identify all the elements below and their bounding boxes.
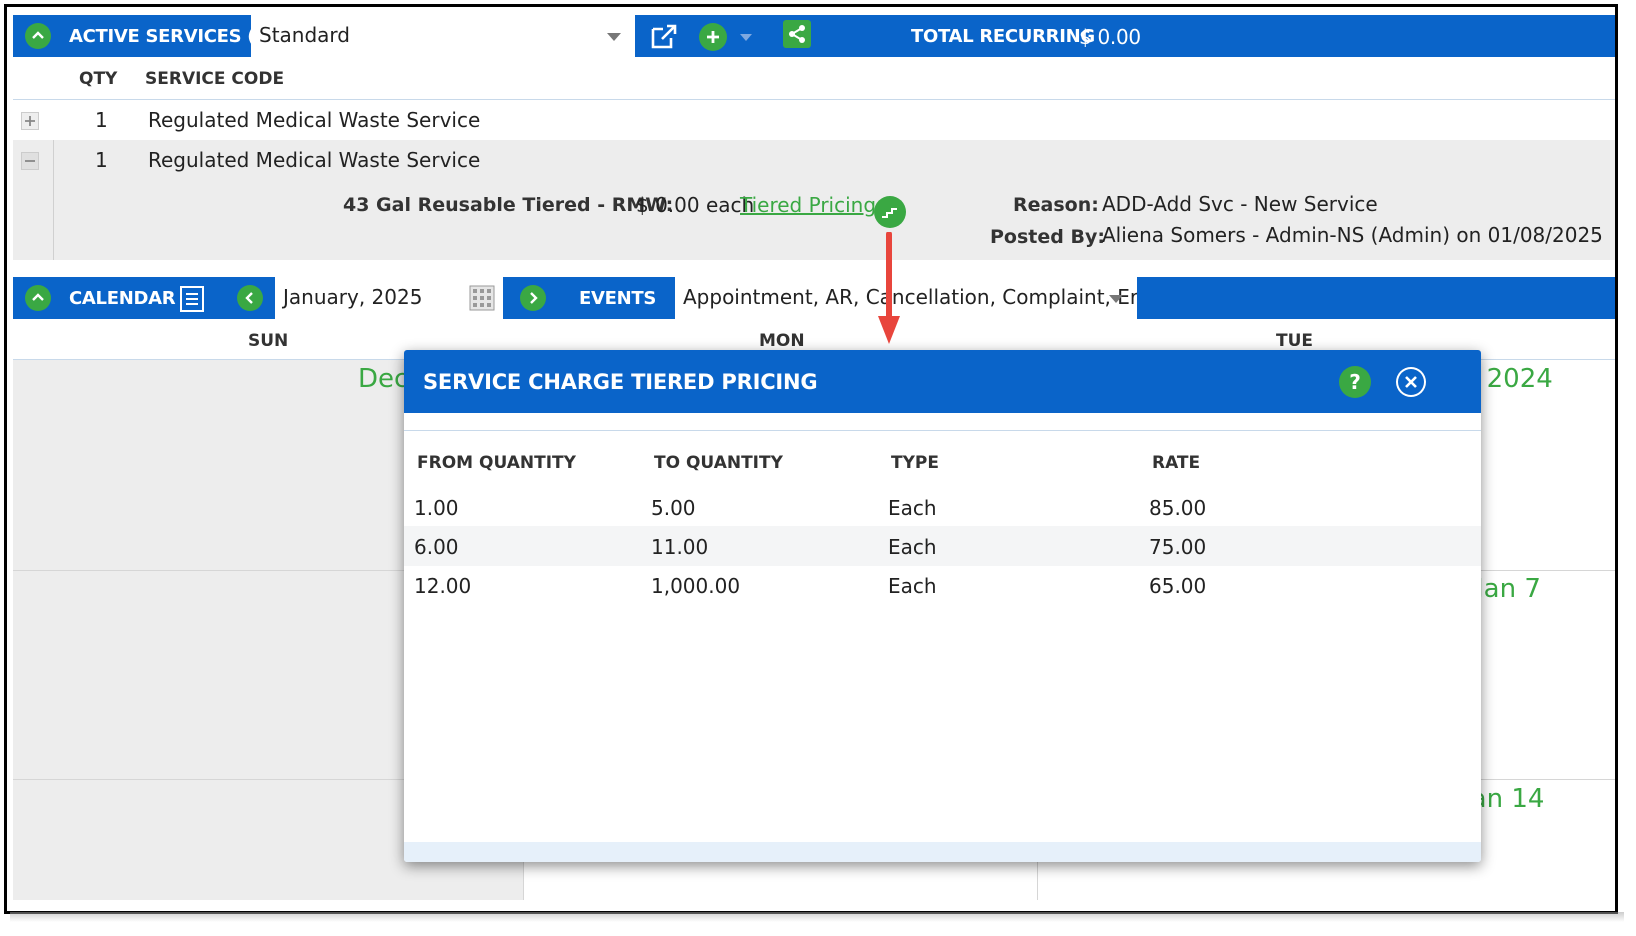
- services-view-value: Standard: [259, 23, 350, 47]
- events-select[interactable]: Appointment, AR, Cancellation, Complaint…: [675, 277, 1137, 319]
- collapse-calendar-button[interactable]: [25, 285, 51, 311]
- chevron-up-icon: [32, 293, 44, 301]
- table-row: 12.00 1,000.00 Each 65.00: [404, 565, 1481, 605]
- row-divider: [53, 140, 54, 260]
- tiered-pricing-link[interactable]: Tiered Pricing: [740, 193, 876, 217]
- month-value: January, 2025: [283, 285, 423, 309]
- rate-header: RATE: [1152, 453, 1201, 473]
- reason-label: Reason:: [1013, 194, 1099, 216]
- item-label: 43 Gal Reusable Tiered - RMW:: [343, 194, 674, 216]
- events-label: EVENTS: [579, 288, 657, 309]
- type-cell: Each: [888, 496, 937, 520]
- plus-icon: [707, 31, 719, 43]
- list-icon[interactable]: [179, 285, 205, 313]
- rate-cell: 75.00: [1149, 535, 1207, 559]
- share-button[interactable]: [783, 20, 811, 48]
- to-quantity-cell: 1,000.00: [651, 574, 741, 598]
- active-services-title: ACTIVE SERVICES (2): [69, 26, 276, 47]
- tiered-pricing-icon: [882, 208, 897, 218]
- expand-row-button[interactable]: [21, 112, 39, 130]
- frame-shadow: [10, 912, 1624, 922]
- expand-icon: [25, 116, 35, 126]
- collapse-row-button[interactable]: [21, 152, 39, 170]
- chevron-down-icon: [1109, 295, 1123, 303]
- table-row: 6.00 11.00 Each 75.00: [404, 526, 1481, 566]
- posted-by-label: Posted By:: [990, 226, 1105, 248]
- next-month-button[interactable]: [520, 285, 546, 311]
- dialog-footer: [404, 842, 1481, 862]
- service-code-column-header: SERVICE CODE: [145, 69, 285, 89]
- tiered-pricing-dialog: SERVICE CHARGE TIERED PRICING ? FROM QUA…: [404, 350, 1481, 862]
- qty-column-header: QTY: [79, 69, 118, 89]
- chevron-down-icon: [607, 33, 621, 41]
- calendar-date[interactable]: Jan 7: [1476, 574, 1541, 604]
- service-qty: 1: [95, 108, 108, 132]
- from-quantity-cell: 1.00: [414, 496, 459, 520]
- chevron-left-icon: [245, 292, 253, 304]
- screenshot-frame: ACTIVE SERVICES (2) Standard TOTAL RECUR…: [4, 4, 1618, 914]
- active-services-bar: ACTIVE SERVICES (2) Standard TOTAL RECUR…: [13, 15, 1615, 57]
- posted-by-value: Aliena Somers - Admin-NS (Admin) on 01/0…: [1102, 223, 1603, 247]
- day-header-mon: MON: [759, 331, 805, 351]
- to-quantity-cell: 5.00: [651, 496, 696, 520]
- type-cell: Each: [888, 574, 937, 598]
- month-picker[interactable]: January, 2025: [275, 277, 503, 319]
- to-quantity-cell: 11.00: [651, 535, 709, 559]
- tiered-pricing-button[interactable]: [874, 196, 906, 228]
- collapse-icon: [25, 160, 35, 162]
- services-view-select[interactable]: Standard: [251, 15, 635, 57]
- service-name: Regulated Medical Waste Service: [148, 108, 481, 132]
- calendar-title: CALENDAR: [69, 288, 176, 309]
- service-name: Regulated Medical Waste Service: [148, 148, 481, 172]
- chevron-up-icon: [32, 31, 44, 39]
- previous-month-button[interactable]: [237, 285, 263, 311]
- total-recurring-label: TOTAL RECURRING: [911, 26, 1095, 47]
- annotation-arrow-icon: [878, 232, 900, 344]
- reason-value: ADD-Add Svc - New Service: [1102, 192, 1378, 216]
- service-row-expanded: 1 Regulated Medical Waste Service 43 Gal…: [13, 140, 1615, 260]
- type-header: TYPE: [891, 453, 939, 473]
- service-qty: 1: [95, 148, 108, 172]
- dialog-divider: [404, 430, 1481, 431]
- rate-cell: 65.00: [1149, 574, 1207, 598]
- add-service-button[interactable]: [699, 23, 727, 51]
- share-icon: [789, 25, 805, 43]
- day-header-sun: SUN: [248, 331, 289, 351]
- help-button[interactable]: ?: [1339, 366, 1371, 398]
- chevron-right-icon: [530, 292, 538, 304]
- help-icon: ?: [1349, 370, 1361, 394]
- from-quantity-header: FROM QUANTITY: [417, 453, 576, 473]
- collapse-services-button[interactable]: [25, 23, 51, 49]
- from-quantity-cell: 6.00: [414, 535, 459, 559]
- day-header-tue: TUE: [1276, 331, 1314, 351]
- calendar-grid-icon[interactable]: [469, 285, 495, 311]
- close-icon: [1405, 376, 1417, 388]
- table-row: 1.00 5.00 Each 85.00: [404, 487, 1481, 527]
- external-link-icon[interactable]: [649, 23, 679, 51]
- item-price: $ 0.00 each: [636, 193, 755, 217]
- calendar-bar: CALENDAR January, 2025 EVENTS Appointmen…: [13, 277, 1615, 319]
- events-value: Appointment, AR, Cancellation, Complaint…: [683, 285, 1137, 309]
- from-quantity-cell: 12.00: [414, 574, 472, 598]
- close-button[interactable]: [1396, 367, 1426, 397]
- total-recurring-value: $ 0.00: [1079, 25, 1141, 49]
- service-row: 1 Regulated Medical Waste Service: [13, 100, 1615, 140]
- calendar-date[interactable]: Dec: [358, 364, 408, 394]
- rate-cell: 85.00: [1149, 496, 1207, 520]
- dialog-title: SERVICE CHARGE TIERED PRICING: [423, 370, 818, 394]
- to-quantity-header: TO QUANTITY: [654, 453, 783, 473]
- type-cell: Each: [888, 535, 937, 559]
- add-options-chevron-icon[interactable]: [740, 34, 752, 41]
